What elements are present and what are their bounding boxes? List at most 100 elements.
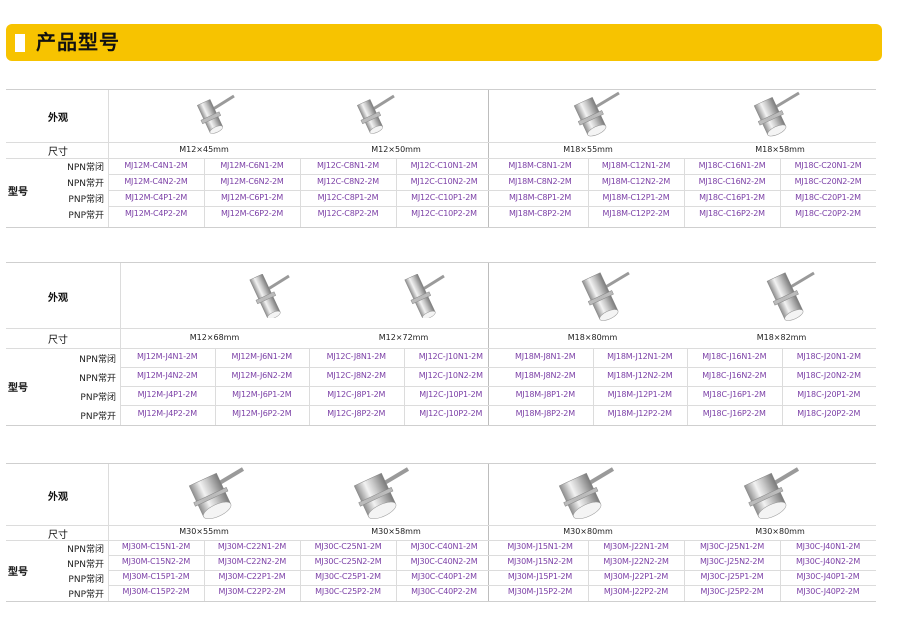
model-cell: MJ18M-C12N2-2M bbox=[601, 176, 671, 186]
model-cell: MJ30C-C40P2-2M bbox=[411, 587, 477, 596]
section-header: 产品型号 bbox=[6, 24, 882, 61]
sensor-image bbox=[754, 271, 816, 325]
model-cell: MJ12C-C10P2-2M bbox=[411, 208, 477, 218]
output-type-label: PNP常闭 bbox=[68, 574, 104, 585]
sensor-image bbox=[184, 94, 236, 142]
model-cell: MJ30M-C15P1-2M bbox=[122, 572, 190, 581]
model-cell: MJ12M-C6N2-2M bbox=[220, 176, 284, 186]
model-cell: MJ18C-J20P1-2M bbox=[797, 390, 861, 399]
model-cell: MJ30C-J40P1-2M bbox=[796, 572, 860, 581]
size-value: M30×80mm bbox=[755, 527, 805, 536]
model-cell: MJ12M-J6N2-2M bbox=[231, 371, 293, 380]
model-cell: MJ30C-J40N1-2M bbox=[795, 542, 861, 551]
model-cell: MJ12C-C8P2-2M bbox=[317, 208, 379, 218]
model-cell: MJ12M-C4P1-2M bbox=[124, 192, 188, 202]
appearance-label: 外观 bbox=[48, 491, 68, 503]
size-value: M18×82mm bbox=[756, 332, 807, 342]
model-cell: MJ30M-C15P2-2M bbox=[122, 587, 190, 596]
model-cell: MJ12M-J6N1-2M bbox=[231, 352, 293, 361]
model-cell: MJ18M-J12P2-2M bbox=[607, 409, 672, 418]
size-label: 尺寸 bbox=[48, 529, 68, 541]
model-cell: MJ18M-J8P2-2M bbox=[515, 409, 576, 418]
output-type-label: PNP常开 bbox=[80, 411, 116, 422]
model-cell: MJ18M-C12N1-2M bbox=[601, 160, 671, 170]
model-cell: MJ30M-C22P1-2M bbox=[218, 572, 286, 581]
model-cell: MJ18C-J16N2-2M bbox=[702, 371, 767, 380]
model-cell: MJ18C-C16P2-2M bbox=[699, 208, 765, 218]
model-label: 型号 bbox=[8, 383, 28, 394]
model-cell: MJ30C-J25P2-2M bbox=[700, 587, 764, 596]
output-type-label: NPN常闭 bbox=[67, 163, 104, 173]
model-cell: MJ30C-C40P1-2M bbox=[411, 572, 477, 581]
model-cell: MJ12C-J10N2-2M bbox=[418, 371, 483, 380]
output-type-label: PNP常闭 bbox=[80, 392, 116, 403]
output-type-label: NPN常开 bbox=[67, 179, 104, 189]
appearance-label: 外观 bbox=[48, 292, 68, 304]
model-cell: MJ12C-J8P1-2M bbox=[327, 390, 386, 399]
model-cell: MJ12M-C4N2-2M bbox=[124, 176, 188, 186]
model-cell: MJ30M-J15N1-2M bbox=[507, 542, 573, 551]
model-cell: MJ18M-J8N2-2M bbox=[515, 371, 576, 380]
model-cell: MJ12C-C10P1-2M bbox=[411, 192, 477, 202]
model-cell: MJ12M-C4P2-2M bbox=[124, 208, 188, 218]
sensor-image bbox=[394, 273, 446, 322]
model-cell: MJ30M-J22P2-2M bbox=[603, 587, 669, 596]
model-label: 型号 bbox=[8, 567, 28, 578]
sensor-image bbox=[569, 271, 631, 325]
size-value: M30×80mm bbox=[563, 527, 613, 536]
model-cell: MJ18C-C16P1-2M bbox=[699, 192, 765, 202]
output-type-label: NPN常开 bbox=[67, 559, 104, 570]
model-cell: MJ30M-J15P2-2M bbox=[507, 587, 573, 596]
model-cell: MJ30C-J40P2-2M bbox=[796, 587, 860, 596]
output-type-label: PNP常开 bbox=[68, 589, 104, 600]
model-cell: MJ30C-J25P1-2M bbox=[700, 572, 764, 581]
size-value: M30×55mm bbox=[179, 527, 229, 536]
model-cell: MJ30C-C25P2-2M bbox=[315, 587, 381, 596]
product-table: 外观 尺寸 型号 NPN常闭 NPN常开 PNP常闭 PNP常开 M12×68mm M12×72… bbox=[6, 262, 876, 426]
model-cell: MJ30C-C40N1-2M bbox=[410, 542, 478, 551]
size-value: M12×45mm bbox=[179, 144, 229, 154]
model-cell: MJ12C-C8N1-2M bbox=[317, 160, 379, 170]
model-cell: MJ12C-C10N2-2M bbox=[410, 176, 478, 186]
model-cell: MJ12M-J4N1-2M bbox=[137, 352, 198, 361]
model-cell: MJ12M-J4N2-2M bbox=[137, 371, 198, 380]
model-cell: MJ18M-C8P1-2M bbox=[508, 192, 572, 202]
model-cell: MJ30M-J22N1-2M bbox=[603, 542, 669, 551]
model-cell: MJ12C-J8N2-2M bbox=[326, 371, 386, 380]
model-cell: MJ18M-C8P2-2M bbox=[508, 208, 572, 218]
model-cell: MJ18C-J20N1-2M bbox=[796, 352, 861, 361]
model-cell: MJ18M-C12P1-2M bbox=[602, 192, 670, 202]
model-cell: MJ18C-C20P1-2M bbox=[795, 192, 861, 202]
model-cell: MJ30C-C25N1-2M bbox=[314, 542, 382, 551]
sensor-image bbox=[340, 466, 410, 527]
model-cell: MJ12C-J8N1-2M bbox=[326, 352, 386, 361]
output-type-label: PNP常开 bbox=[68, 211, 104, 221]
appearance-label: 外观 bbox=[48, 113, 68, 124]
model-cell: MJ12C-C8N2-2M bbox=[317, 176, 379, 186]
sensor-image bbox=[559, 91, 621, 145]
model-cell: MJ30M-J15P1-2M bbox=[507, 572, 573, 581]
model-cell: MJ18C-J16N1-2M bbox=[702, 352, 767, 361]
model-cell: MJ18C-C16N2-2M bbox=[698, 176, 766, 186]
size-value: M12×72mm bbox=[378, 332, 429, 342]
model-cell: MJ12M-C6P2-2M bbox=[220, 208, 284, 218]
model-cell: MJ18M-J12N2-2M bbox=[607, 371, 673, 380]
sensor-image bbox=[239, 273, 291, 322]
size-value: M18×55mm bbox=[563, 144, 613, 154]
model-cell: MJ18M-C8N2-2M bbox=[508, 176, 572, 186]
model-cell: MJ30C-J25N2-2M bbox=[699, 557, 765, 566]
model-cell: MJ12C-J10N1-2M bbox=[418, 352, 483, 361]
model-cell: MJ30M-C22N1-2M bbox=[217, 542, 287, 551]
model-cell: MJ12M-C6P1-2M bbox=[220, 192, 284, 202]
product-table: 外观 尺寸 型号 NPN常闭 NPN常开 PNP常闭 PNP常开 M12×45mm M12×50… bbox=[6, 89, 876, 228]
size-value: M12×68mm bbox=[189, 332, 240, 342]
header-marker bbox=[15, 34, 25, 52]
model-cell: MJ18C-C20N1-2M bbox=[794, 160, 862, 170]
model-cell: MJ18C-C16N1-2M bbox=[698, 160, 766, 170]
size-value: M18×58mm bbox=[755, 144, 805, 154]
model-cell: MJ12C-J10P2-2M bbox=[419, 409, 483, 418]
model-cell: MJ30M-C22P2-2M bbox=[218, 587, 286, 596]
size-value: M18×80mm bbox=[567, 332, 618, 342]
model-cell: MJ30M-J22N2-2M bbox=[603, 557, 669, 566]
model-cell: MJ30C-C25N2-2M bbox=[314, 557, 382, 566]
